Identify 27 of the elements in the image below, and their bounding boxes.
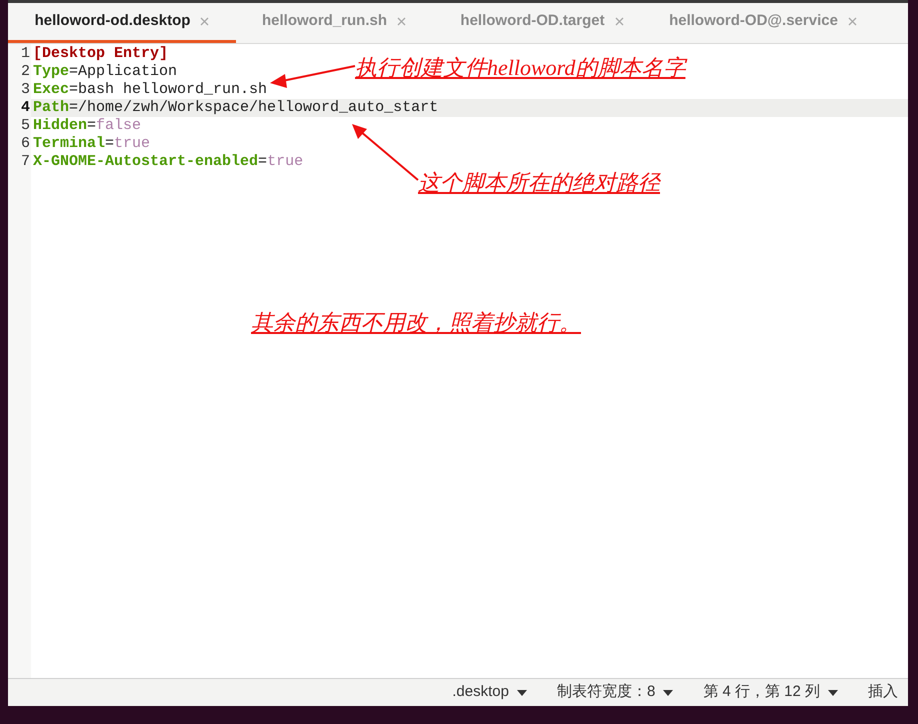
close-icon[interactable] xyxy=(397,17,406,26)
line-number: 5 xyxy=(20,117,31,135)
arrow xyxy=(352,124,419,181)
code-line: Terminal=true xyxy=(33,135,150,153)
status-dropdown[interactable]: 制表符宽度：8 xyxy=(556,681,674,704)
annotation-text: 这个脚本所在的绝对路径 xyxy=(418,169,660,197)
code-line: Hidden=false xyxy=(33,117,142,135)
code-line: [Desktop Entry] xyxy=(33,45,168,63)
annotation-text: 执行创建文件helloword的脚本名字 xyxy=(355,54,686,82)
code-line: Type=Application xyxy=(33,63,178,81)
status-dropdown[interactable]: .desktop xyxy=(452,681,527,704)
annotation-text: 其余的东西不用改，照着抄就行。 xyxy=(251,309,581,337)
line-number: 6 xyxy=(20,135,31,153)
line-number: 2 xyxy=(20,63,31,81)
tab[interactable]: helloword-od.desktop xyxy=(8,3,236,43)
line-number: 1 xyxy=(20,45,31,63)
code-line: X-GNOME-Autostart-enabled=true xyxy=(33,153,304,171)
close-icon[interactable] xyxy=(200,17,210,26)
close-icon[interactable] xyxy=(614,17,624,26)
line-number: 3 xyxy=(20,81,31,99)
code-line: Exec=bash helloword_run.sh xyxy=(33,81,268,99)
status-text[interactable]: 插入 xyxy=(868,681,898,704)
status-dropdown[interactable]: 第 4 行，第 12 列 xyxy=(703,681,838,704)
code-line: Path=/home/zwh/Workspace/helloword_auto_start xyxy=(33,99,438,117)
line-number: 4 xyxy=(20,99,31,117)
close-icon[interactable] xyxy=(848,17,857,26)
line-number: 7 xyxy=(20,153,31,171)
